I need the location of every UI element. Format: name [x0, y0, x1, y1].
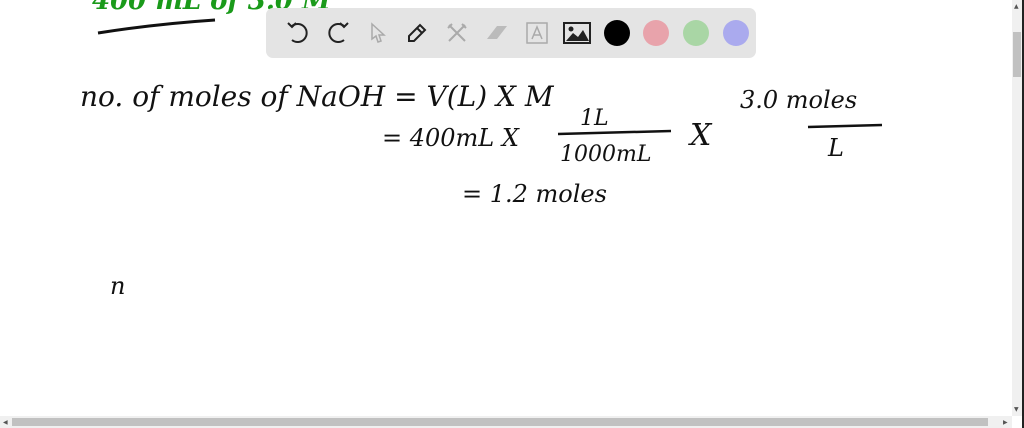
image-button[interactable]: [557, 13, 597, 53]
equation-line-2-left: = 400mL X: [382, 124, 519, 152]
vertical-scroll-thumb[interactable]: [1013, 32, 1021, 77]
eraser-icon: [487, 26, 508, 39]
fraction-bar-right: [807, 123, 883, 129]
scroll-down-icon[interactable]: ▼: [1014, 406, 1019, 413]
color-swatch: [683, 20, 710, 46]
scroll-up-icon[interactable]: ▲: [1014, 3, 1019, 10]
fraction-right-denominator: L: [828, 134, 844, 162]
times-sign: X: [690, 118, 712, 153]
select-icon: [370, 22, 386, 43]
tools-button[interactable]: [437, 13, 477, 53]
fraction-denominator: 1000mL: [560, 142, 652, 167]
drawing-toolbar: [266, 8, 756, 58]
color-swatch: [723, 20, 750, 46]
horizontal-scrollbar[interactable]: ◀ ▶: [0, 416, 1012, 428]
color-swatch: [603, 20, 630, 46]
underline: [97, 18, 216, 35]
text-icon: [526, 22, 548, 44]
scroll-right-icon[interactable]: ▶: [1003, 419, 1008, 426]
fraction-bar: [557, 129, 672, 136]
text-button[interactable]: [517, 13, 557, 53]
equation-line-1: no. of moles of NaOH = V(L) X M: [80, 80, 554, 113]
select-button[interactable]: [358, 13, 398, 53]
undo-button[interactable]: [278, 13, 318, 53]
color-black[interactable]: [597, 13, 637, 53]
pen-button[interactable]: [397, 13, 437, 53]
whiteboard-canvas[interactable]: 400 mL of 3.0 M no. of moles of NaOH = V…: [0, 0, 1012, 416]
redo-icon: [328, 22, 349, 43]
color-green[interactable]: [676, 13, 716, 53]
fraction-right-numerator: 3.0 moles: [740, 86, 858, 114]
horizontal-scroll-thumb[interactable]: [12, 418, 988, 426]
color-swatch: [643, 20, 670, 46]
color-pink[interactable]: [636, 13, 676, 53]
color-purple[interactable]: [716, 13, 756, 53]
pen-icon: [408, 23, 427, 42]
eraser-button[interactable]: [477, 13, 517, 53]
tools-icon: [447, 23, 467, 42]
equation-line-3: = 1.2 moles: [462, 180, 607, 208]
vertical-scrollbar[interactable]: ▲ ▼: [1012, 0, 1022, 416]
redo-button[interactable]: [318, 13, 358, 53]
scroll-left-icon[interactable]: ◀: [3, 419, 8, 426]
undo-icon: [287, 22, 308, 43]
image-icon: [562, 22, 591, 44]
partial-text: n: [110, 272, 126, 300]
